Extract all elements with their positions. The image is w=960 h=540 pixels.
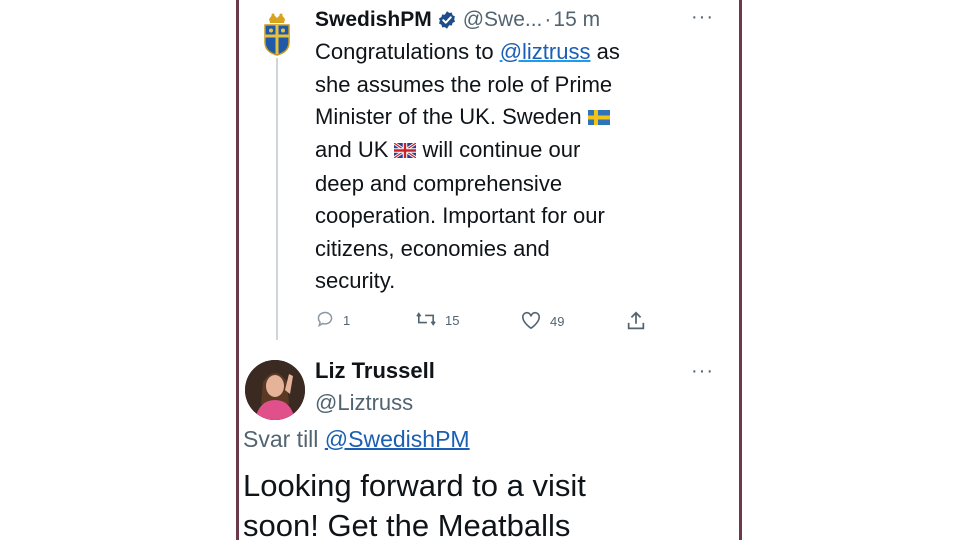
share-button[interactable] — [625, 310, 655, 335]
retweet-button[interactable]: 15 — [415, 310, 459, 331]
like-icon — [520, 310, 550, 333]
text-line: Looking forward to a visit — [243, 468, 586, 503]
retweet-icon — [415, 310, 445, 331]
text-segment: Congratulations to — [315, 39, 494, 64]
text-segment: as — [596, 39, 620, 64]
text-line: cooperation. Important for our — [315, 203, 605, 229]
retweet-count: 15 — [445, 313, 460, 328]
user-handle[interactable]: @Swe... — [463, 8, 543, 32]
text-segment: Minister of the UK. Sweden — [315, 104, 582, 129]
timestamp[interactable]: 15 m — [553, 8, 600, 32]
uk-flag-icon — [393, 135, 418, 168]
thread-connector-line — [276, 58, 278, 340]
text-line: soon! Get the Meatballs — [243, 508, 571, 540]
tweet-actions: 1 15 49 — [315, 310, 655, 332]
reply-icon — [315, 310, 343, 331]
text-segment: and UK — [315, 137, 389, 163]
display-name[interactable]: SwedishPM — [315, 8, 432, 32]
text-line: she assumes the role of Prime — [315, 71, 613, 97]
sweden-flag-icon — [587, 102, 610, 135]
more-icon[interactable]: ··· — [691, 6, 714, 29]
tweet-screenshot-frame: SwedishPM @Swe... · 15 m ··· Congratulat… — [236, 0, 742, 540]
reply-mention-link[interactable]: @SwedishPM — [325, 426, 470, 452]
reply-prefix: Svar till — [243, 426, 319, 452]
tweet-text-2: Looking forward to a visit soon! Get the… — [243, 466, 723, 540]
like-count: 49 — [550, 314, 565, 329]
reply-count: 1 — [343, 313, 351, 328]
text-segment: will continue our — [422, 137, 581, 163]
text-line: security. — [315, 268, 396, 294]
tweet-text: Congratulations to @liztruss as she assu… — [315, 36, 715, 298]
avatar[interactable] — [245, 360, 305, 420]
more-icon[interactable]: ··· — [691, 360, 714, 383]
like-button[interactable]: 49 — [520, 310, 564, 333]
tweet-header: SwedishPM @Swe... · 15 m — [315, 8, 600, 32]
display-name-2[interactable]: Liz Trussell — [315, 358, 435, 384]
text-line: deep and comprehensive — [315, 170, 563, 196]
separator-dot: · — [544, 8, 552, 31]
share-icon — [625, 310, 655, 335]
text-line: citizens, economies and — [315, 235, 550, 261]
reply-button[interactable]: 1 — [315, 310, 350, 331]
user-handle-2[interactable]: @Liztruss — [315, 390, 413, 416]
mention-link[interactable]: @liztruss — [500, 39, 591, 64]
reply-context: Svar till @SwedishPM — [243, 426, 470, 453]
verified-badge-icon — [437, 10, 457, 30]
swedish-crest-avatar[interactable] — [261, 12, 293, 56]
